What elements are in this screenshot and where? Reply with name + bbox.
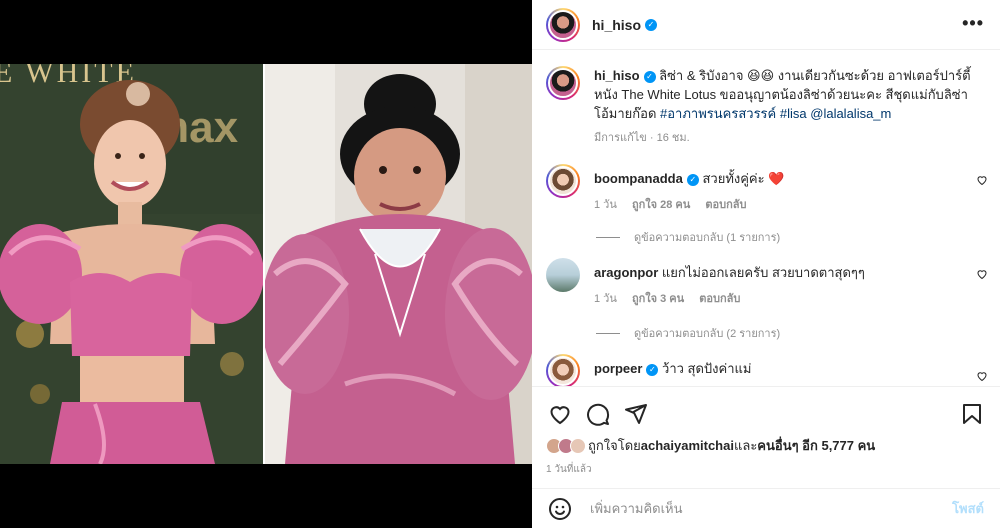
comment-username[interactable]: aragonpor bbox=[594, 265, 658, 280]
caption-mention[interactable]: @lalalalisa_m bbox=[810, 106, 891, 121]
verified-icon: ✓ bbox=[686, 174, 699, 186]
comment-likes[interactable]: ถูกใจ 3 คน bbox=[632, 293, 684, 305]
caption-avatar[interactable] bbox=[546, 66, 580, 100]
view-replies-button[interactable]: ดูข้อความตอบกลับ (2 รายการ) bbox=[596, 324, 780, 342]
comment-like-icon[interactable] bbox=[976, 268, 988, 283]
commenter-avatar[interactable] bbox=[546, 354, 580, 386]
post-modal: E WHITE max hi_hiso ✓ ••• hi_hiso ✓ ลิซ่… bbox=[0, 0, 1000, 528]
author-username[interactable]: hi_hiso bbox=[592, 17, 641, 33]
comment-like-icon[interactable] bbox=[976, 370, 988, 385]
caption-hashtag-lisa[interactable]: #lisa bbox=[780, 106, 807, 121]
post-timestamp: 1 วันที่แล้ว bbox=[546, 464, 592, 475]
comment-item: boompanadda ✓ สวยทั้งคู่ค่ะ ❤️ 1 วัน ถูกใ… bbox=[532, 164, 1000, 214]
verified-icon: ✓ bbox=[645, 18, 658, 31]
likes-user[interactable]: achaiyamitchai bbox=[641, 438, 734, 453]
comment-input[interactable]: เพิ่มความคิดเห็น bbox=[590, 498, 952, 519]
caption-hashtag[interactable]: #อาภาพรนครสวรรค์ bbox=[660, 106, 776, 121]
likes-others[interactable]: คนอื่นๆ อีก 5,777 คน bbox=[757, 435, 875, 456]
comment-time: 1 วัน bbox=[594, 199, 617, 211]
comment-item: aragonpor แยกไม่ออกเลยครับ สวยบาดตาสุดๆๆ… bbox=[532, 258, 1000, 308]
emoji-icon[interactable] bbox=[548, 497, 572, 521]
post-comment-button[interactable]: โพสต์ bbox=[952, 498, 984, 519]
view-replies-label: ดูข้อความตอบกลับ (2 รายการ) bbox=[634, 328, 781, 340]
comment-username[interactable]: porpeer bbox=[594, 361, 642, 376]
likes-middle: และ bbox=[733, 438, 758, 453]
comment-text: ว้าว สุดปังค่าแม่ bbox=[662, 361, 752, 376]
verified-icon: ✓ bbox=[643, 71, 656, 83]
send-icon[interactable] bbox=[624, 402, 648, 426]
post-media[interactable]: E WHITE max bbox=[0, 0, 532, 528]
photo-lisa: E WHITE max bbox=[0, 64, 263, 464]
verified-icon: ✓ bbox=[646, 364, 659, 376]
add-comment-bar: เพิ่มความคิดเห็น โพสต์ bbox=[532, 488, 1000, 528]
liker-avatars bbox=[546, 437, 586, 454]
view-replies-button[interactable]: ดูข้อความตอบกลับ (1 รายการ) bbox=[596, 228, 780, 246]
post-caption: hi_hiso ✓ ลิซ่า & ริบังอาจ 😆😆 งานเดียวกัน… bbox=[532, 58, 1000, 148]
comment-likes[interactable]: ถูกใจ 28 คน bbox=[632, 199, 690, 211]
caption-username[interactable]: hi_hiso bbox=[594, 68, 640, 83]
comment-time: 1 วัน bbox=[594, 293, 617, 305]
likes-summary: ถูกใจโดย achaiyamitchai และ คนอื่นๆ อีก 5… bbox=[532, 431, 1000, 456]
reply-button[interactable]: ตอบกลับ bbox=[699, 293, 740, 305]
comments-list: hi_hiso ✓ ลิซ่า & ริบังอาจ 😆😆 งานเดียวกัน… bbox=[532, 58, 1000, 386]
author-avatar[interactable] bbox=[546, 7, 580, 42]
comment-icon[interactable] bbox=[586, 402, 610, 426]
commenter-avatar[interactable] bbox=[546, 164, 580, 198]
red-heart-emoji: ❤️ bbox=[768, 171, 785, 186]
photo-ribang bbox=[265, 64, 532, 464]
post-sidebar: hi_hiso ✓ ••• hi_hiso ✓ ลิซ่า & ริบังอาจ … bbox=[532, 0, 1000, 528]
comment-text: สวยทั้งคู่ค่ะ bbox=[702, 171, 765, 186]
reply-button[interactable]: ตอบกลับ bbox=[705, 199, 746, 211]
post-header: hi_hiso ✓ ••• bbox=[532, 0, 1000, 50]
comment-text: แยกไม่ออกเลยครับ สวยบาดตาสุดๆๆ bbox=[661, 265, 865, 280]
comment-username[interactable]: boompanadda bbox=[594, 171, 683, 186]
heart-icon[interactable] bbox=[548, 402, 572, 426]
bookmark-icon[interactable] bbox=[960, 402, 984, 426]
caption-meta: มีการแก้ไข · 16 ชม. bbox=[594, 132, 690, 144]
more-horizontal-icon[interactable]: ••• bbox=[962, 14, 984, 32]
commenter-avatar[interactable] bbox=[546, 258, 580, 292]
comment-like-icon[interactable] bbox=[976, 174, 988, 189]
likes-prefix: ถูกใจโดย bbox=[588, 438, 641, 453]
view-replies-label: ดูข้อความตอบกลับ (1 รายการ) bbox=[634, 232, 781, 244]
comment-item: porpeer ✓ ว้าว สุดปังค่าแม่ bbox=[532, 354, 1000, 386]
